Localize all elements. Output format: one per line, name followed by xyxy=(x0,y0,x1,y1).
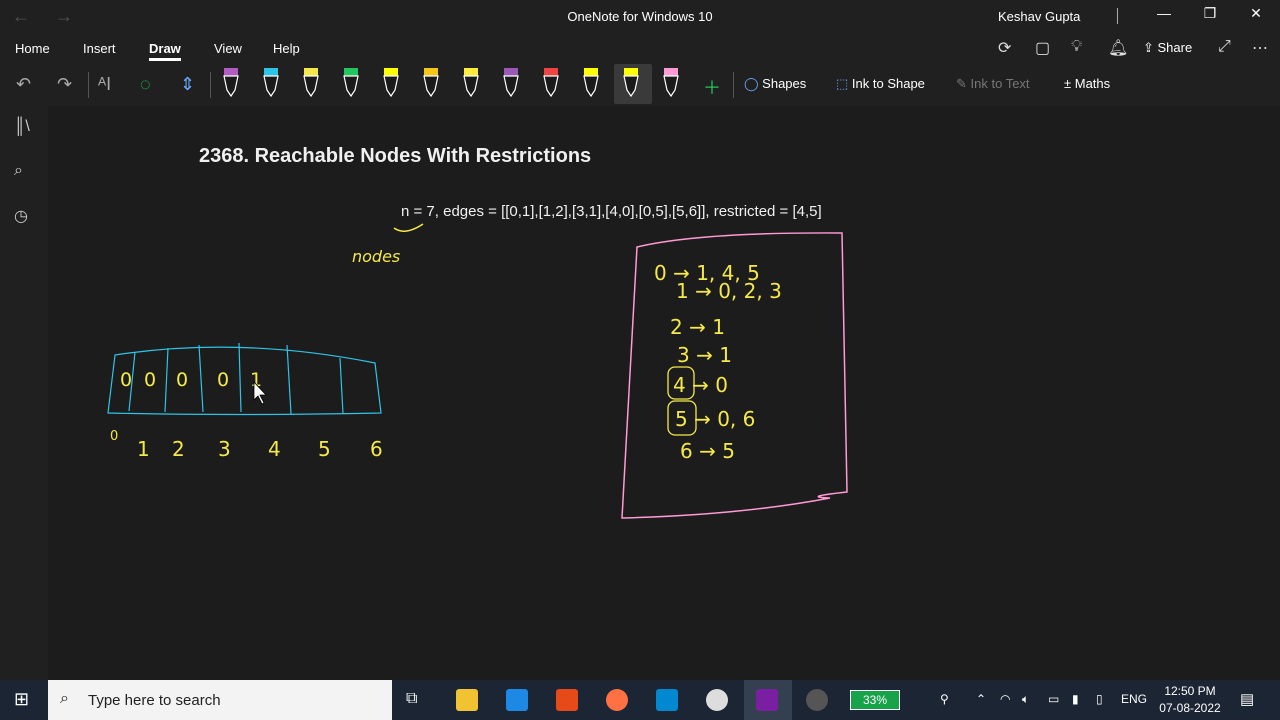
pen-7[interactable] xyxy=(463,68,479,98)
search-icon[interactable]: ⌕ xyxy=(14,162,23,180)
office-icon[interactable] xyxy=(556,689,578,711)
shapes-label: Shapes xyxy=(762,76,807,91)
notebooks-icon[interactable]: ║\ xyxy=(14,118,30,136)
notifications-icon[interactable]: ▤ xyxy=(1240,690,1254,708)
toolbar-separator xyxy=(733,72,734,98)
tab-home[interactable]: Home xyxy=(15,41,50,56)
share-label: Share xyxy=(1157,40,1193,55)
pen-9[interactable] xyxy=(543,68,559,98)
page-canvas[interactable] xyxy=(48,106,1280,680)
volume-icon[interactable]: 🔈︎ xyxy=(1022,692,1029,707)
pen-12[interactable] xyxy=(663,68,679,98)
problem-statement: n = 7, edges = [[0,1],[1,2],[3,1],[4,0],… xyxy=(401,203,822,220)
pen-3[interactable] xyxy=(303,68,319,98)
lightbulb-icon[interactable]: 💡︎ xyxy=(1071,38,1082,56)
ribbon-tabs: Home Insert Draw View Help xyxy=(0,34,1280,64)
share-icon: ⇪ xyxy=(1143,40,1158,55)
maths-label: Maths xyxy=(1074,76,1111,91)
pen-8[interactable] xyxy=(503,68,519,98)
search-input[interactable]: Type here to search xyxy=(88,692,221,709)
shapes-icon: ◯ xyxy=(744,76,763,91)
page-title: 2368. Reachable Nodes With Restrictions xyxy=(199,145,592,167)
taskbar: ⊞ ⌕ Type here to search ⧉ 33% ⚲ ⌃ ◠ 🔈︎ ▭… xyxy=(0,680,1280,720)
file-explorer-icon[interactable] xyxy=(456,689,478,711)
minimize-button[interactable]: — xyxy=(1141,5,1187,21)
tablet-icon[interactable]: ▭ xyxy=(1048,692,1059,706)
ink-to-text-button[interactable]: ✎ Ink to Text xyxy=(956,76,1030,92)
user-name[interactable]: Keshav Gupta xyxy=(998,9,1080,24)
pen-5[interactable] xyxy=(383,68,399,98)
language-indicator[interactable]: ENG xyxy=(1121,692,1147,706)
pen-palette xyxy=(223,68,679,98)
window-title: OneNote for Windows 10 xyxy=(567,9,713,24)
clock-date: 07-08-2022 xyxy=(1159,701,1221,715)
title-bar: ← → OneNote for Windows 10 Keshav Gupta … xyxy=(0,0,1280,34)
tab-insert[interactable]: Insert xyxy=(83,41,116,56)
notebook-icon[interactable]: ▢ xyxy=(1035,38,1050,58)
draw-toolbar: ↶ ↷ ᴬI ◌ ⇕ ＋ ◯ Shapes ⬚ Ink to Shape ✎ I… xyxy=(0,64,1280,106)
firefox-icon[interactable] xyxy=(606,689,628,711)
sync-icon[interactable]: ⟳ xyxy=(998,38,1011,58)
obs-icon[interactable] xyxy=(806,689,828,711)
bell-icon[interactable]: 🔔︎ xyxy=(1108,38,1128,58)
share-button[interactable]: ⇪ Share xyxy=(1143,40,1192,56)
vscode-icon[interactable] xyxy=(506,689,528,711)
restore-button[interactable]: ❐ xyxy=(1187,5,1233,22)
onenote-window: ← → OneNote for Windows 10 Keshav Gupta … xyxy=(0,0,1280,680)
pen-1[interactable] xyxy=(223,68,239,98)
navigation-rail: ║\ ⌕ ◷ xyxy=(0,106,48,680)
wifi-icon[interactable]: ◠ xyxy=(1000,692,1010,706)
recent-icon[interactable]: ◷ xyxy=(14,206,28,226)
pen-4[interactable] xyxy=(343,68,359,98)
maths-button[interactable]: ± Maths xyxy=(1064,76,1110,91)
ink-to-shape-icon: ⬚ xyxy=(836,76,852,91)
ink-to-text-icon: ✎ xyxy=(956,76,971,91)
title-separator xyxy=(1117,8,1118,24)
clock-time: 12:50 PM xyxy=(1164,684,1216,698)
pen-2[interactable] xyxy=(263,68,279,98)
settings-icon[interactable] xyxy=(706,689,728,711)
battery-icon[interactable]: ▮ xyxy=(1072,692,1079,706)
windows-start-icon[interactable]: ⊞ xyxy=(14,689,29,710)
clock[interactable]: 12:50 PM 07-08-2022 xyxy=(1150,683,1230,717)
active-tab-indicator xyxy=(149,58,181,61)
chevron-up-icon[interactable]: ⌃ xyxy=(976,692,986,706)
people-icon[interactable]: ⚲ xyxy=(940,692,949,706)
pen-6[interactable] xyxy=(423,68,439,98)
pen-11[interactable] xyxy=(623,68,639,98)
close-button[interactable]: ✕ xyxy=(1233,5,1279,22)
tab-view[interactable]: View xyxy=(214,41,242,56)
add-pen-icon[interactable]: ＋ xyxy=(703,74,721,100)
onenote-icon[interactable] xyxy=(756,689,778,711)
usb-icon[interactable]: ▯ xyxy=(1096,692,1103,706)
expand-icon[interactable]: ⤢ xyxy=(1218,38,1231,56)
mail-icon[interactable] xyxy=(656,689,678,711)
search-icon: ⌕ xyxy=(60,690,69,707)
battery-indicator[interactable]: 33% xyxy=(850,690,900,710)
tab-draw[interactable]: Draw xyxy=(149,41,181,56)
pen-10[interactable] xyxy=(583,68,599,98)
task-view-icon[interactable]: ⧉ xyxy=(406,690,417,708)
ink-to-shape-button[interactable]: ⬚ Ink to Shape xyxy=(836,76,925,92)
ink-to-text-label: Ink to Text xyxy=(970,76,1030,91)
tab-help[interactable]: Help xyxy=(273,41,300,56)
more-icon[interactable]: ⋯ xyxy=(1252,38,1268,58)
maths-icon: ± xyxy=(1064,76,1075,91)
ink-to-shape-label: Ink to Shape xyxy=(851,76,925,91)
shapes-button[interactable]: ◯ Shapes xyxy=(744,76,806,92)
